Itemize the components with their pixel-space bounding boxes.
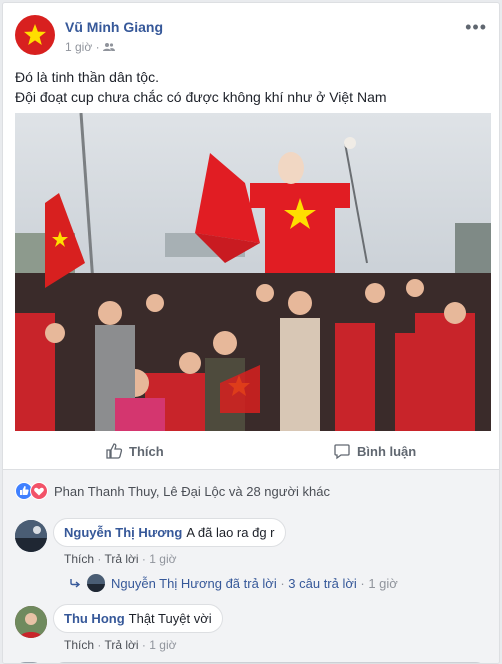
reactions-text[interactable]: Phan Thanh Thuy, Lê Đại Lộc và 28 người … [54, 484, 330, 499]
post-header: Vũ Minh Giang 1 giờ · ••• [15, 15, 487, 57]
comment-label: Bình luận [357, 443, 417, 459]
post-text: Đó là tinh thần dân tộc. Đội đoạt cup ch… [15, 67, 487, 107]
landscape-avatar-image [15, 520, 47, 552]
crowd-photo-image [15, 113, 491, 431]
post-menu-button[interactable]: ••• [465, 17, 487, 38]
post-text-line-1: Đó là tinh thần dân tộc. [15, 69, 159, 85]
comment-time[interactable]: 1 giờ [149, 638, 176, 652]
post-text-line-2: Đội đoạt cup chưa chắc có được không khí… [15, 89, 387, 105]
replies-summary[interactable]: Nguyễn Thị Hương đã trả lời · 3 câu trả … [69, 574, 398, 592]
reply-arrow-icon [70, 579, 81, 588]
post-meta: 1 giờ · [65, 40, 115, 54]
comment-text: Thật Tuyệt vời [128, 611, 212, 626]
reply-verb: đã trả lời [225, 575, 277, 591]
comments-section: Phan Thanh Thuy, Lê Đại Lộc và 28 người … [3, 470, 499, 663]
post-actions: Thích Bình luận [15, 435, 487, 467]
author-name[interactable]: Vũ Minh Giang [65, 19, 163, 35]
person-avatar-image [15, 606, 47, 638]
comment-button[interactable]: Bình luận [333, 435, 416, 467]
comment-bubble: Thu Hong Thật Tuyệt vời [53, 604, 223, 633]
comment-reply-link[interactable]: Trả lời [104, 552, 138, 566]
comment-actions: Thích · Trả lời · 1 giờ [64, 552, 177, 566]
comment-icon [334, 444, 350, 460]
commenter-avatar[interactable] [15, 606, 47, 638]
comment-actions: Thích · Trả lời · 1 giờ [64, 638, 177, 652]
thumbs-up-icon [106, 443, 123, 459]
commenter-name[interactable]: Thu Hong [64, 611, 125, 626]
friends-icon[interactable] [102, 42, 115, 52]
reply-avatar [87, 574, 105, 592]
commenter-avatar[interactable] [15, 520, 47, 552]
reply-author: Nguyễn Thị Hương [111, 575, 222, 591]
author-avatar[interactable] [15, 15, 55, 55]
reply-time: 1 giờ [368, 575, 398, 591]
comment-reply-link[interactable]: Trả lời [104, 638, 138, 652]
love-reaction-icon [30, 482, 48, 500]
comment-bubble: Nguyễn Thị Hương A đã lao ra đg r [53, 518, 286, 547]
comment-like-link[interactable]: Thích [64, 552, 94, 566]
like-label: Thích [129, 443, 164, 459]
comment-text: A đã lao ra đg r [186, 525, 275, 540]
reactions-summary[interactable]: Phan Thanh Thuy, Lê Đại Lộc và 28 người … [15, 482, 330, 500]
comment-time[interactable]: 1 giờ [149, 552, 176, 566]
post-photo[interactable] [15, 113, 491, 431]
comment-like-link[interactable]: Thích [64, 638, 94, 652]
reply-count: 3 câu trả lời [288, 575, 357, 591]
like-button[interactable]: Thích [105, 435, 164, 467]
post-card: Vũ Minh Giang 1 giờ · ••• Đó là tinh thầ… [2, 2, 500, 664]
commenter-name[interactable]: Nguyễn Thị Hương [64, 525, 182, 540]
post-time[interactable]: 1 giờ [65, 40, 92, 54]
star-icon [24, 24, 46, 45]
